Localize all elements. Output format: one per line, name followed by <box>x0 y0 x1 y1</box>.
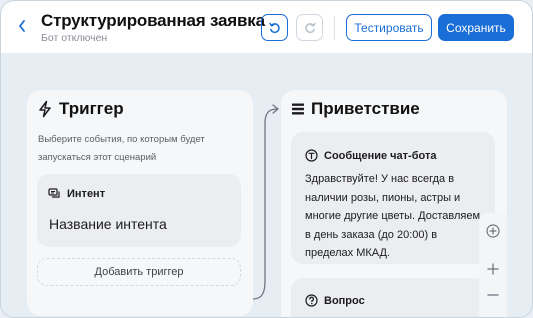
intent-block[interactable]: Интент Название интента <box>37 174 241 247</box>
trigger-card[interactable]: Триггер Выберите события, по которым буд… <box>27 90 253 316</box>
question-block[interactable]: Вопрос <box>291 278 495 317</box>
zoom-out-button[interactable] <box>483 285 503 305</box>
question-icon <box>305 294 318 307</box>
greeting-title: Приветствие <box>311 99 420 118</box>
message-label: Сообщение чат-бота <box>324 149 437 162</box>
intent-name: Название интента <box>49 216 167 232</box>
add-circle-icon <box>486 224 500 238</box>
trigger-title: Триггер <box>59 99 124 118</box>
zoom-controls <box>479 213 507 317</box>
app-window: Структурированная заявка Бот отключен Те… <box>0 0 533 318</box>
list-icon <box>292 103 304 115</box>
zoom-in-button[interactable] <box>483 259 503 279</box>
intent-label: Интент <box>67 188 106 200</box>
question-label: Вопрос <box>324 294 365 307</box>
add-block-button[interactable] <box>483 221 503 241</box>
message-text: Здравствуйте! У нас всегда в наличии роз… <box>305 173 481 259</box>
add-trigger-button[interactable]: Добавить триггер <box>37 258 241 286</box>
plus-icon <box>487 263 499 275</box>
chat-icon <box>48 188 60 198</box>
trigger-description: Выберите события, по которым будет запус… <box>38 134 205 163</box>
text-icon <box>305 149 318 162</box>
minus-icon <box>487 294 499 296</box>
lightning-icon <box>39 100 51 118</box>
greeting-card[interactable]: Приветствие Сообщение чат-бота Здравству… <box>281 90 507 317</box>
bot-message-block[interactable]: Сообщение чат-бота Здравствуйте! У нас в… <box>291 132 495 264</box>
